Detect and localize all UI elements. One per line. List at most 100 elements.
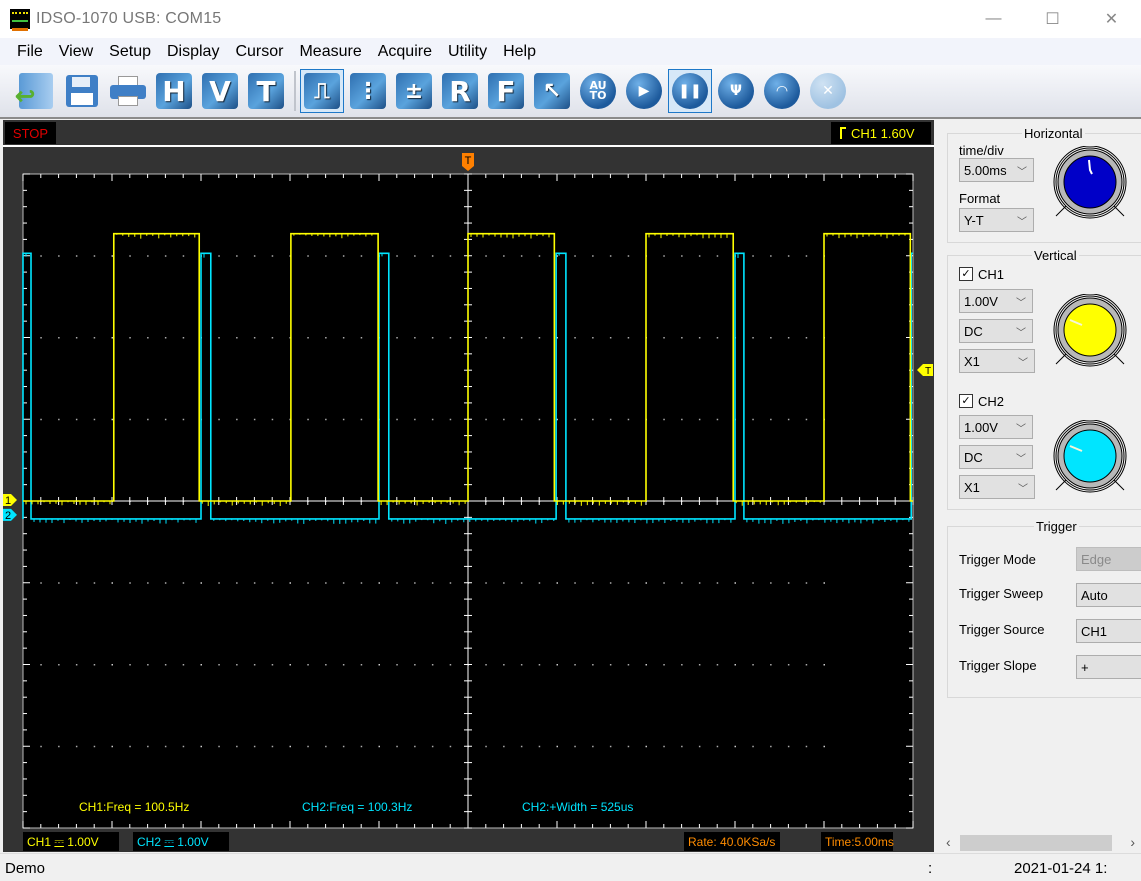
ch1-volts-select[interactable]: 1.00V ﹀ [959, 289, 1033, 313]
grid-dot [342, 418, 345, 421]
grid-dot [271, 745, 274, 748]
grid-dot [396, 745, 398, 748]
ch2-volts-knob[interactable] [1052, 420, 1130, 500]
ch1-checkbox[interactable]: ✓ [959, 267, 973, 281]
grid-dot [770, 418, 772, 421]
ch2-width-measurement: CH2:+Width = 525us [522, 800, 634, 814]
grid-dot [182, 255, 185, 257]
trigger-slope-label: Trigger Slope [959, 658, 1037, 673]
format-select[interactable]: Y-T ﹀ [959, 208, 1034, 232]
menu-cursor[interactable]: Cursor [224, 43, 288, 61]
chevron-down-icon: ﹀ [1018, 358, 1028, 369]
grid-dot [787, 582, 790, 584]
close-button[interactable]: ✕ [1082, 0, 1141, 38]
trigger-source-select[interactable]: CH1 [1076, 619, 1141, 643]
horizontal-group: Horizontal time/div 5.00ms ﹀ Format Y-T ﹀ [947, 126, 1141, 243]
grid-dot [520, 337, 523, 339]
menu-setup[interactable]: Setup [98, 43, 156, 61]
wifi-button[interactable]: ◠ [760, 69, 804, 113]
grid-dot [342, 337, 345, 339]
trigger-button[interactable]: T [244, 69, 288, 113]
time-div-select[interactable]: 5.00ms ﹀ [959, 158, 1034, 182]
dc-coupling-icon: ⎓ [54, 834, 64, 848]
grid-dot [307, 337, 309, 339]
grid-dot [449, 337, 452, 339]
scroll-right-icon[interactable]: › [1130, 834, 1135, 850]
menu-measure[interactable]: Measure [288, 43, 366, 61]
ch2-probe-select[interactable]: X1 ﹀ [959, 475, 1035, 499]
grid-dot [147, 582, 149, 584]
ch1-knob-face [1063, 303, 1117, 357]
grid-dot [698, 745, 701, 748]
reference-button[interactable]: R [438, 69, 482, 113]
ch2-volts-select[interactable]: 1.00V ﹀ [959, 415, 1033, 439]
cursor-select-button[interactable]: ↖ [530, 69, 574, 113]
run-button[interactable]: ▶ [622, 69, 666, 113]
ch2-enable-label: CH2 [978, 394, 1005, 409]
ch2-probe-value: X1 [964, 479, 980, 495]
trigger-sweep-select[interactable]: Auto [1076, 583, 1141, 607]
grid-dot [111, 418, 113, 421]
waveform-screen[interactable]: T T 1 2 [3, 120, 934, 852]
horizontal-button[interactable]: H [152, 69, 196, 113]
grid-dot [752, 745, 754, 748]
grid-dot [485, 745, 487, 748]
grid-dot [681, 418, 683, 421]
menu-acquire[interactable]: Acquire [367, 43, 437, 61]
grid-dot [627, 255, 630, 257]
menu-display[interactable]: Display [156, 43, 224, 61]
minimize-button[interactable]: — [964, 0, 1023, 38]
ch1-enable-label: CH1 [978, 267, 1005, 282]
scroll-left-icon[interactable]: ‹ [946, 834, 951, 850]
grid-dot [129, 745, 131, 748]
ch2-checkbox[interactable]: ✓ [959, 394, 973, 408]
auto-button[interactable]: AU TO [576, 69, 620, 113]
grid-dot [236, 337, 238, 339]
ch2-coupling-select[interactable]: DC ﹀ [959, 445, 1033, 469]
grid-dot [645, 664, 647, 666]
ch1-probe-select[interactable]: X1 ﹀ [959, 349, 1035, 373]
math-button[interactable]: ± [392, 69, 436, 113]
cursor-measure-button[interactable]: ⋮ [346, 69, 390, 113]
grid-dot [396, 664, 398, 666]
menu-file[interactable]: File [6, 43, 48, 61]
horizontal-knob[interactable] [1052, 146, 1130, 226]
ch1-volts-knob[interactable] [1052, 294, 1130, 374]
trigger-source-value: CH1 [1081, 623, 1108, 639]
run-icon: ▶ [626, 73, 662, 109]
menu-help[interactable]: Help [492, 43, 541, 61]
print-button[interactable] [106, 69, 150, 113]
timebase-readout: Time:5.00ms [821, 832, 894, 851]
save-button[interactable] [60, 69, 104, 113]
maximize-button[interactable]: ☐ [1023, 0, 1082, 38]
grid-dot [592, 418, 594, 421]
grid-dot [75, 255, 78, 257]
usb-button[interactable]: Ψ [714, 69, 758, 113]
grid-dot [431, 664, 434, 666]
trigger-mode-label: Trigger Mode [959, 552, 1036, 567]
grid-dot [378, 745, 380, 748]
status-datetime: 2021-01-24 1: [1014, 860, 1108, 877]
grid-dot [787, 337, 790, 339]
pause-icon: ❚❚ [672, 73, 708, 109]
grid-dot [271, 255, 274, 257]
vertical-button[interactable]: V [198, 69, 242, 113]
disconnect-button[interactable]: ✕ [806, 69, 850, 113]
grid-dot [218, 418, 220, 421]
fft-button[interactable]: F [484, 69, 528, 113]
measure-pulse-button[interactable]: ⎍ [300, 69, 344, 113]
panel-horizontal-scrollbar[interactable]: ‹ › [940, 833, 1141, 853]
trigger-mode-select[interactable]: Edge [1076, 547, 1141, 571]
trigger-slope-select[interactable]: + [1076, 655, 1141, 679]
chevron-down-icon: ﹀ [1017, 217, 1027, 228]
exit-button[interactable]: ↩ [14, 69, 58, 113]
menu-utility[interactable]: Utility [437, 43, 492, 61]
grid-dot [485, 418, 487, 421]
pause-button[interactable]: ❚❚ [668, 69, 712, 113]
scrollbar-thumb[interactable] [960, 835, 1112, 851]
grid-dot [396, 337, 398, 339]
menu-view[interactable]: View [48, 43, 98, 61]
sample-rate: Rate: 40.0KSa/s [684, 832, 780, 851]
grid-dot [271, 582, 274, 584]
ch1-coupling-select[interactable]: DC ﹀ [959, 319, 1033, 343]
